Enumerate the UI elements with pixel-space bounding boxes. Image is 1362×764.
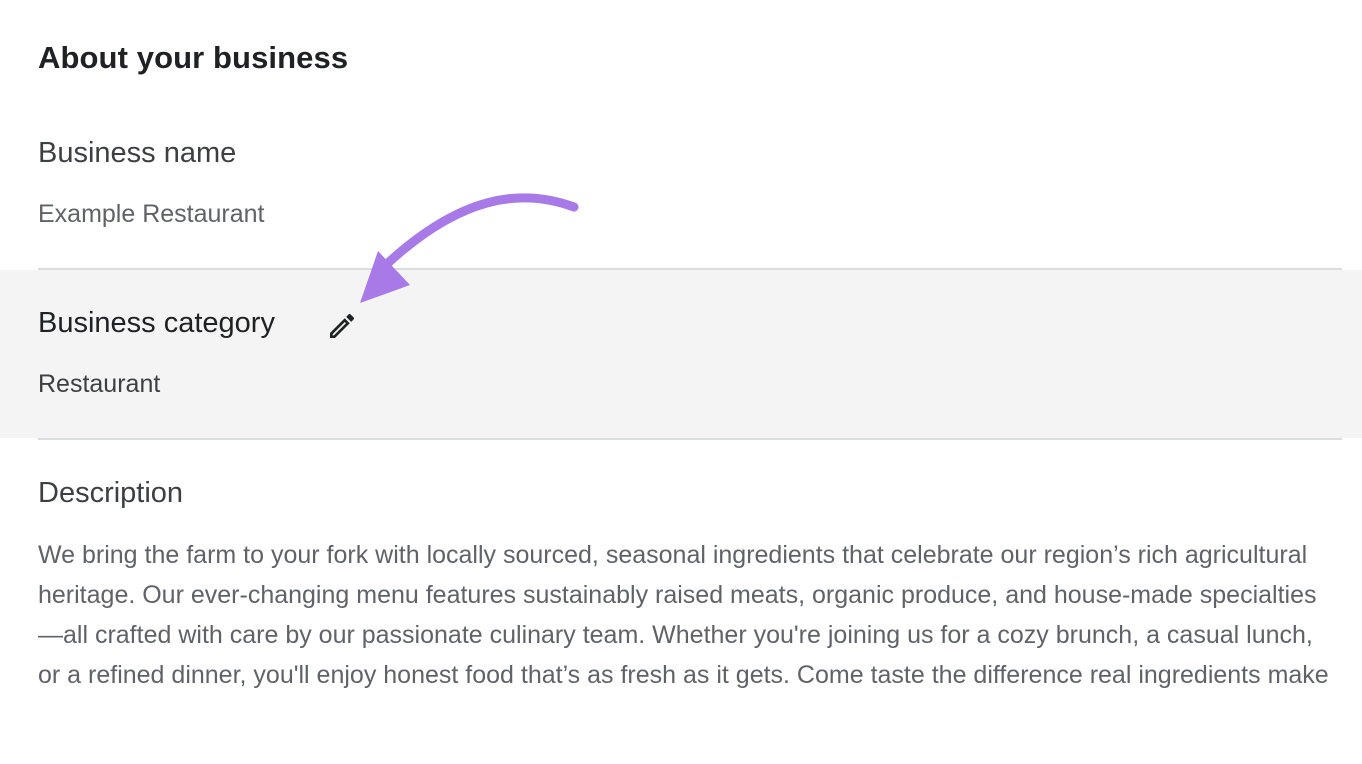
description-label: Description — [38, 477, 184, 509]
about-business-page: About your business Business name Exampl… — [0, 0, 1362, 764]
business-name-value: Example Restaurant — [38, 200, 265, 228]
description-text: We bring the farm to your fork with loca… — [38, 541, 1329, 689]
annotation-arrow-icon — [360, 193, 579, 303]
divider — [38, 438, 1342, 440]
business-category-label: Business category — [38, 307, 275, 339]
business-name-label: Business name — [38, 137, 237, 169]
business-category-value: Restaurant — [38, 370, 161, 398]
business-category-row — [0, 270, 1362, 438]
page-title: About your business — [38, 40, 349, 75]
